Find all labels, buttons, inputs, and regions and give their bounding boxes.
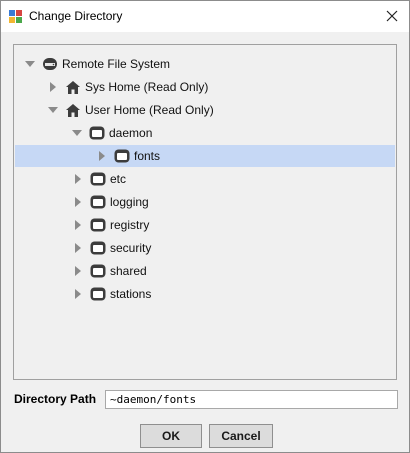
app-icon [9,10,22,23]
folder-icon [90,240,106,256]
chevron-right-icon [50,82,56,92]
expand-toggle[interactable] [70,126,84,140]
folder-icon [90,263,106,279]
expand-toggle[interactable] [23,57,37,71]
change-directory-dialog: Change Directory Remote File System Sys … [0,0,410,453]
folder-icon [90,286,106,302]
tree-node-registry[interactable]: registry [15,214,395,236]
tree-node-label: stations [110,287,152,301]
cancel-button[interactable]: Cancel [209,424,273,448]
tree-node-label: registry [110,218,150,232]
tree-node-security[interactable]: security [15,237,395,259]
expand-toggle[interactable] [95,149,109,163]
home-icon [65,102,81,118]
folder-icon [90,217,106,233]
window-title: Change Directory [29,9,123,23]
remote-drive-icon [42,56,58,72]
close-button[interactable] [377,2,407,30]
chevron-down-icon [72,130,82,136]
chevron-right-icon [75,243,81,253]
expand-toggle[interactable] [71,264,85,278]
tree-node-shared[interactable]: shared [15,260,395,282]
expand-toggle[interactable] [46,103,60,117]
tree-node-user-home[interactable]: User Home (Read Only) [15,99,395,121]
tree-node-label: User Home (Read Only) [85,103,214,117]
tree-node-label: Sys Home (Read Only) [85,80,209,94]
expand-toggle[interactable] [71,287,85,301]
folder-icon [114,148,130,164]
chevron-right-icon [75,266,81,276]
tree-node-logging[interactable]: logging [15,191,395,213]
chevron-right-icon [75,174,81,184]
expand-toggle[interactable] [71,218,85,232]
title-bar: Change Directory [1,1,409,32]
tree-node-label: logging [110,195,149,209]
directory-path-label: Directory Path [14,392,97,406]
tree-node-label: security [110,241,152,255]
chevron-right-icon [75,220,81,230]
directory-path-input[interactable] [105,390,398,409]
folder-icon [89,125,105,141]
home-icon [65,79,81,95]
tree-node-sys-home[interactable]: Sys Home (Read Only) [15,76,395,98]
tree-node-remote-file-system[interactable]: Remote File System [15,53,395,75]
tree-node-label: daemon [109,126,153,140]
tree-node-stations[interactable]: stations [15,283,395,305]
tree-node-label: shared [110,264,147,278]
expand-toggle[interactable] [71,241,85,255]
tree-node-label: etc [110,172,127,186]
expand-toggle[interactable] [46,80,60,94]
close-icon [386,10,398,22]
folder-icon [90,171,106,187]
expand-toggle[interactable] [71,172,85,186]
folder-icon [90,194,106,210]
tree-node-etc[interactable]: etc [15,168,395,190]
tree-node-label: fonts [134,149,161,163]
chevron-right-icon [75,197,81,207]
tree-node-fonts[interactable]: fonts [15,145,395,167]
expand-toggle[interactable] [71,195,85,209]
chevron-right-icon [99,151,105,161]
chevron-down-icon [48,107,58,113]
chevron-down-icon [25,61,35,67]
tree-node-daemon[interactable]: daemon [15,122,395,144]
chevron-right-icon [75,289,81,299]
ok-button[interactable]: OK [140,424,202,448]
tree-node-label: Remote File System [62,57,171,71]
directory-tree[interactable]: Remote File System Sys Home (Read Only) [13,44,397,380]
